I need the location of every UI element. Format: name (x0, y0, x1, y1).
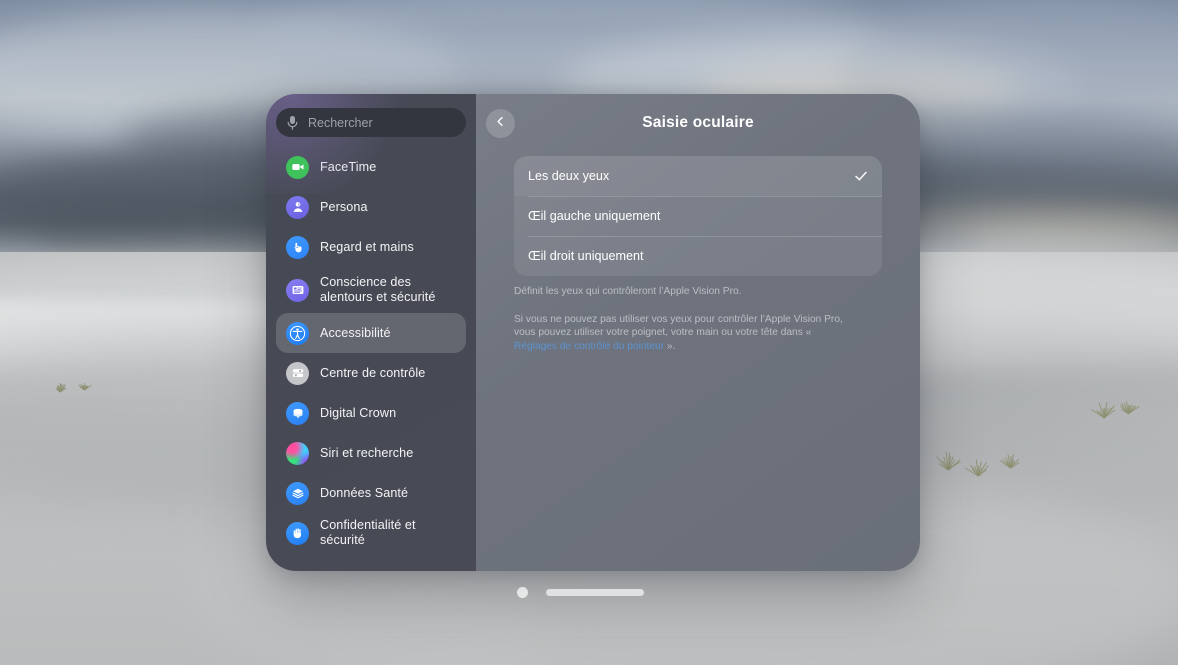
privacy-security-icon (286, 522, 309, 545)
back-button[interactable] (486, 109, 515, 138)
window-chrome (266, 585, 920, 599)
option-row-both-eyes[interactable]: Les deux yeux (514, 156, 882, 196)
footer-note-primary: Définit les yeux qui contrôleront l’Appl… (514, 285, 850, 299)
eye-input-options-list: Les deux yeux Œil gauche uniquement Œil … (514, 156, 882, 276)
control-center-icon (286, 362, 309, 385)
checkmark-icon (854, 169, 868, 183)
sidebar-item-label: Données Santé (320, 486, 408, 501)
sidebar-item-health-data[interactable]: Données Santé (276, 473, 466, 513)
sidebar-item-label: Digital Crown (320, 406, 396, 421)
pointer-control-settings-link[interactable]: Réglages de contrôle du pointeur (514, 341, 664, 352)
chevron-left-icon (495, 114, 506, 132)
resize-window-handle[interactable] (546, 589, 644, 596)
option-row-left-eye-only[interactable]: Œil gauche uniquement (514, 196, 882, 236)
sidebar-item-facetime[interactable]: FaceTime (276, 147, 466, 187)
sidebar-item-label: Accessibilité (320, 326, 391, 341)
settings-nav-list: FaceTime Persona Regard et mains Conscie… (276, 147, 466, 553)
sidebar-item-label: Conscience des alentours et sécurité (320, 275, 436, 304)
sidebar-item-label: FaceTime (320, 160, 376, 175)
sidebar-item-digital-crown[interactable]: Digital Crown (276, 393, 466, 433)
option-label: Les deux yeux (528, 169, 854, 183)
awareness-safety-icon (286, 279, 309, 302)
search-input[interactable] (299, 116, 469, 130)
settings-sidebar: FaceTime Persona (266, 94, 476, 571)
sidebar-item-privacy-security[interactable]: Confidentialité et sécurité (276, 513, 466, 553)
health-data-icon (286, 482, 309, 505)
close-window-button[interactable] (517, 587, 528, 598)
option-label: Œil droit uniquement (528, 249, 868, 263)
option-row-right-eye-only[interactable]: Œil droit uniquement (514, 236, 882, 276)
footer-note-text-before: Si vous ne pouvez pas utiliser vos yeux … (514, 314, 843, 339)
page-title: Saisie oculaire (514, 114, 882, 132)
digital-crown-icon (286, 402, 309, 425)
sidebar-item-siri-and-search[interactable]: Siri et recherche (276, 433, 466, 473)
sidebar-item-label: Regard et mains (320, 240, 414, 255)
option-label: Œil gauche uniquement (528, 209, 868, 223)
eye-and-hands-icon (286, 236, 309, 259)
settings-detail-panel: Saisie oculaire Les deux yeux Œil gauche… (476, 94, 920, 571)
sidebar-item-label: Persona (320, 200, 368, 215)
settings-window: FaceTime Persona (266, 94, 920, 571)
accessibility-icon (286, 322, 309, 345)
footer-note-text-after: ». (664, 341, 675, 352)
sidebar-item-label: Centre de contrôle (320, 366, 425, 381)
sidebar-item-awareness-safety[interactable]: Conscience des alentours et sécurité (276, 267, 466, 313)
sidebar-item-label: Siri et recherche (320, 446, 413, 461)
sidebar-item-label: Confidentialité et sécurité (320, 518, 456, 547)
microphone-icon (286, 115, 299, 131)
search-field[interactable] (276, 108, 466, 137)
persona-icon (286, 196, 309, 219)
footer-note-secondary: Si vous ne pouvez pas utiliser vos yeux … (514, 313, 850, 354)
siri-icon (286, 442, 309, 465)
sidebar-item-persona[interactable]: Persona (276, 187, 466, 227)
sidebar-item-control-center[interactable]: Centre de contrôle (276, 353, 466, 393)
facetime-icon (286, 156, 309, 179)
sidebar-item-eye-and-hands[interactable]: Regard et mains (276, 227, 466, 267)
sidebar-item-accessibility[interactable]: Accessibilité (276, 313, 466, 353)
detail-header: Saisie oculaire (514, 94, 882, 152)
